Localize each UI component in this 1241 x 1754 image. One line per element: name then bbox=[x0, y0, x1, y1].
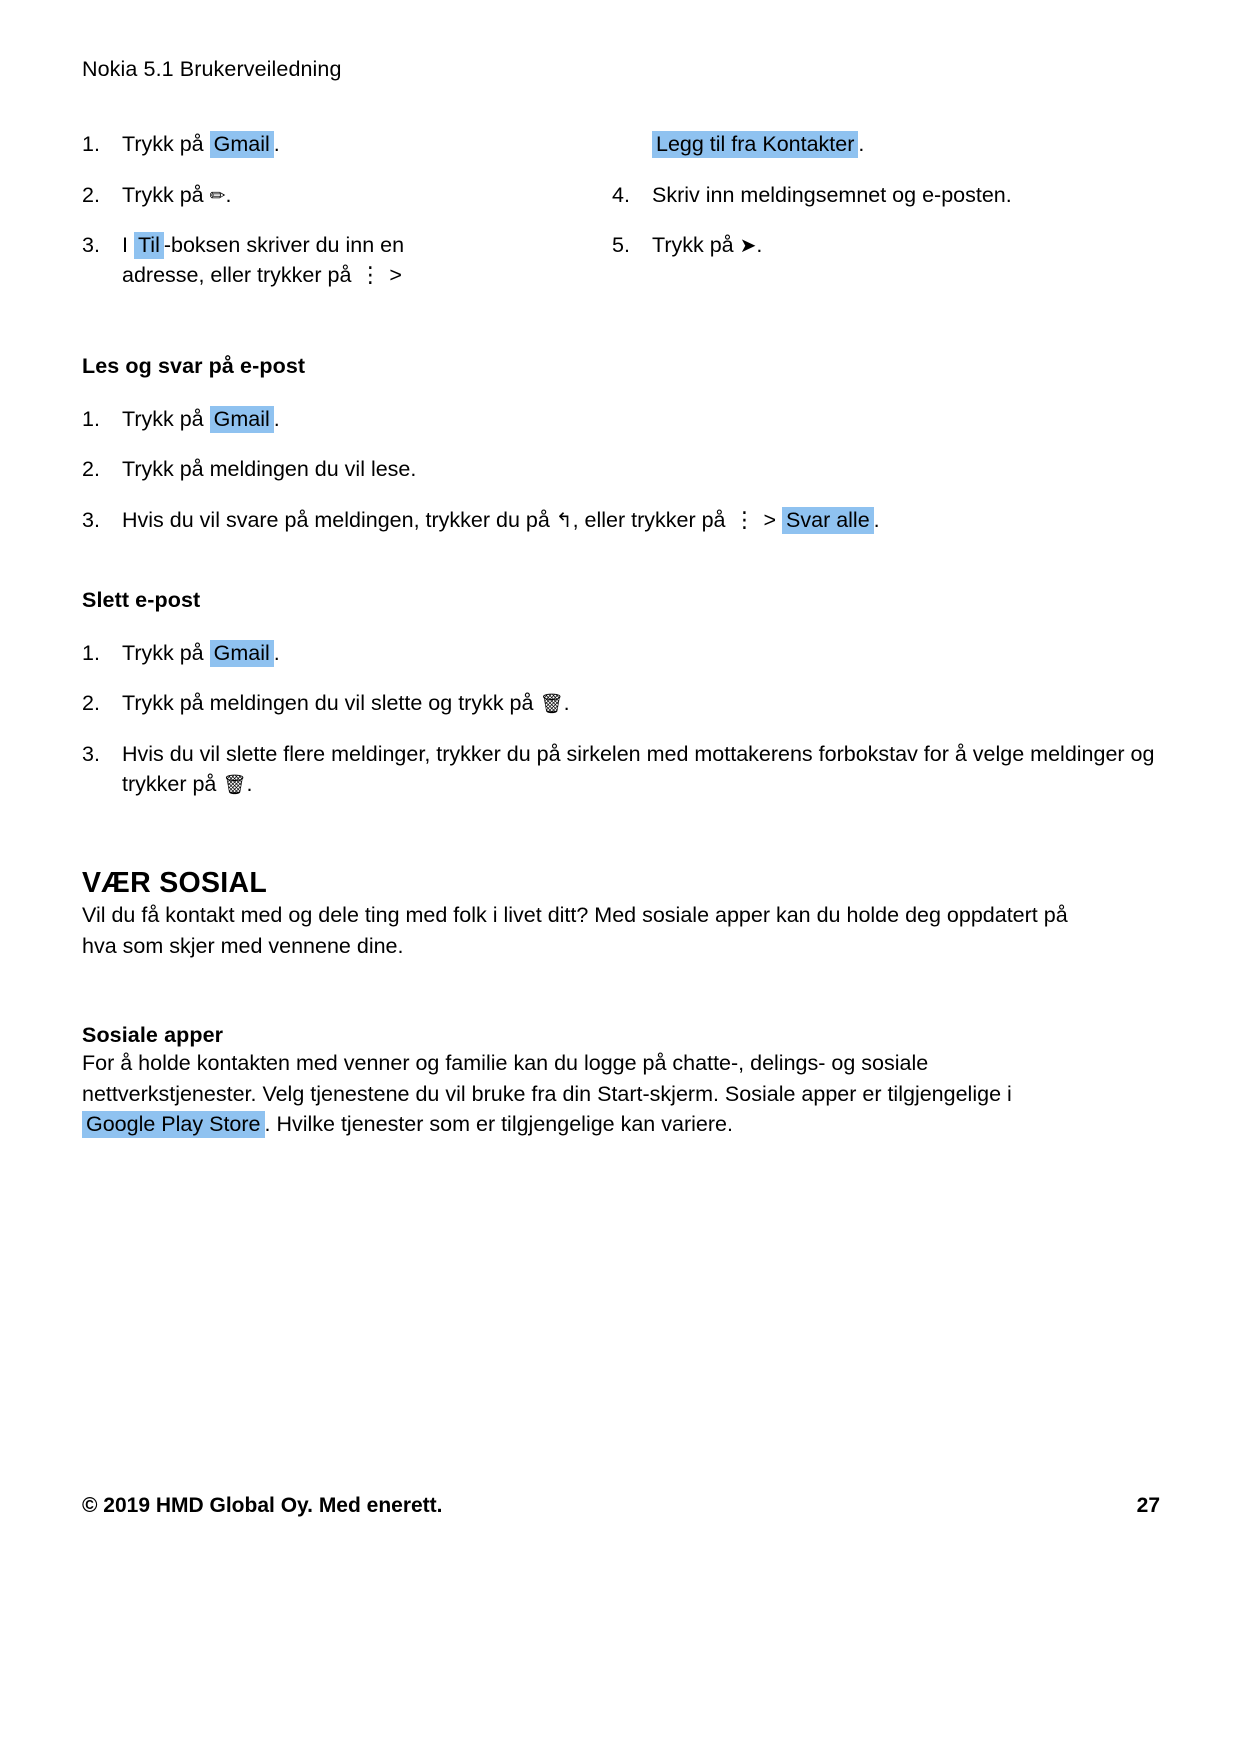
section-be-social: VÆR SOSIAL Vil du få kontakt med og dele… bbox=[82, 867, 1160, 961]
list-item: 3. Hvis du vil svare på meldingen, trykke… bbox=[82, 506, 1160, 536]
list-item-text: Hvis du vil svare på meldingen, trykker … bbox=[122, 507, 550, 532]
compose-steps-columns: 1. Trykk på Gmail. 2. Trykk på ✏. 3. I Til -… bbox=[82, 130, 1160, 312]
list-item-continuation: Legg til fra Kontakter. bbox=[612, 130, 1160, 160]
list-item-number: 3. bbox=[82, 741, 100, 766]
list-item-number: 2. bbox=[82, 182, 100, 207]
list-item-text-end: . bbox=[273, 132, 280, 157]
list-item: 1. Trykk på Gmail. bbox=[82, 405, 1160, 435]
list-item-text: Trykk på bbox=[122, 640, 204, 665]
list-item: 2. Trykk på ✏. bbox=[82, 181, 612, 211]
list-item-number: 1. bbox=[82, 406, 100, 431]
social-apps-paragraph: For å holde kontakten med venner og fami… bbox=[82, 1048, 1092, 1140]
list-item-text-end: . bbox=[563, 691, 570, 716]
section-social-apps: Sosiale apper For å holde kontakten med … bbox=[82, 1023, 1160, 1140]
send-icon: ➤ bbox=[739, 233, 757, 258]
list-item-text-end: . bbox=[273, 640, 280, 665]
list-item-number: 5. bbox=[612, 233, 630, 258]
list-item-text: Trykk på meldingen du vil lese. bbox=[122, 457, 417, 482]
list-item-number: 1. bbox=[82, 132, 100, 157]
list-item-text-end: . bbox=[873, 507, 880, 532]
list-item-text: Skriv inn meldingsemnet og e-posten. bbox=[652, 182, 1012, 207]
compose-steps-right-column: Legg til fra Kontakter. 4. Skriv inn meld… bbox=[612, 130, 1160, 312]
running-header: Nokia 5.1 Brukerveiledning bbox=[82, 57, 342, 81]
trash-icon: 🗑 bbox=[222, 773, 247, 796]
reply-icon: ↰ bbox=[555, 507, 573, 532]
more-vertical-icon: ⋮ bbox=[359, 262, 382, 288]
page-title: VÆR SOSIAL bbox=[82, 867, 268, 900]
list-item-number: 2. bbox=[82, 691, 100, 716]
delete-steps-list: 1. Trykk på Gmail. 2. Trykk på meldingen d… bbox=[82, 639, 1160, 800]
list-item-text-end: . bbox=[246, 771, 253, 796]
more-vertical-icon: ⋮ bbox=[733, 507, 756, 533]
list-item-text-end: . bbox=[225, 182, 232, 207]
list-item: 2. Trykk på meldingen du vil lese. bbox=[82, 455, 1160, 485]
apps-body-pre: For å holde kontakten med venner og fami… bbox=[82, 1051, 1012, 1106]
chevron-right-text: > bbox=[763, 507, 777, 532]
list-item: 2. Trykk på meldingen du vil slette og tr… bbox=[82, 689, 1160, 719]
list-item-number: 3. bbox=[82, 233, 100, 258]
document-page: Nokia 5.1 Brukerveiledning 1. Trykk på Gm… bbox=[0, 0, 1241, 1754]
page-content: Nokia 5.1 Brukerveiledning 1. Trykk på Gm… bbox=[82, 0, 1160, 1140]
list-item-text-mid: , eller trykker på bbox=[572, 507, 726, 532]
list-item: 3. Hvis du vil slette flere meldinger, tr… bbox=[82, 740, 1160, 799]
list-item-text-end: . bbox=[858, 132, 865, 157]
list-item: 1. Trykk på Gmail. bbox=[82, 639, 1160, 669]
list-item-line2-text: adresse, eller trykker på bbox=[122, 262, 352, 287]
list-item-number: 3. bbox=[82, 507, 100, 532]
page-footer: © 2019 HMD Global Oy. Med enerett. 27 bbox=[82, 1494, 1160, 1518]
section-heading: Slett e-post bbox=[82, 587, 201, 612]
list-item: 1. Trykk på Gmail. bbox=[82, 130, 612, 160]
compose-steps-left-list: 1. Trykk på Gmail. 2. Trykk på ✏. 3. I Til -… bbox=[82, 130, 612, 291]
ui-reference-svar-alle[interactable]: Svar alle bbox=[782, 506, 874, 534]
pencil-icon: ✏ bbox=[209, 184, 226, 207]
list-item: 5. Trykk på ➤. bbox=[612, 231, 1160, 261]
list-item-number: 4. bbox=[612, 182, 630, 207]
list-item-text-mid: -boksen skriver du inn en bbox=[163, 233, 405, 258]
ui-reference-gmail[interactable]: Gmail bbox=[209, 639, 274, 667]
ui-reference-til[interactable]: Til bbox=[133, 232, 164, 260]
footer-copyright: © 2019 HMD Global Oy. Med enerett. bbox=[82, 1494, 443, 1517]
list-item-number: 1. bbox=[82, 640, 100, 665]
trash-icon: 🗑 bbox=[539, 693, 564, 716]
list-item-text-end: . bbox=[273, 406, 280, 431]
ui-reference-google-play-store[interactable]: Google Play Store bbox=[82, 1111, 265, 1139]
compose-steps-right-list: Legg til fra Kontakter. 4. Skriv inn meld… bbox=[612, 130, 1160, 261]
ui-reference-legg-til-fra-kontakter[interactable]: Legg til fra Kontakter bbox=[652, 131, 859, 159]
list-item-text: I bbox=[122, 233, 128, 258]
section-delete-email: Slett e-post 1. Trykk på Gmail. 2. Trykk p… bbox=[82, 588, 1160, 800]
list-item-number: 2. bbox=[82, 457, 100, 482]
list-item-text-end: . bbox=[756, 233, 763, 258]
section-heading: Les og svar på e-post bbox=[82, 353, 306, 378]
footer-page-number: 27 bbox=[1136, 1494, 1160, 1517]
ui-reference-gmail[interactable]: Gmail bbox=[209, 405, 274, 433]
list-item: 3. I Til -boksen skriver du inn en adresse… bbox=[82, 231, 612, 290]
list-item-text: Trykk på bbox=[122, 132, 204, 157]
list-item: 4. Skriv inn meldingsemnet og e-posten. bbox=[612, 181, 1160, 211]
apps-body-post: . Hvilke tjenester som er tilgjengelige … bbox=[264, 1112, 733, 1137]
section-heading: Sosiale apper bbox=[82, 1023, 224, 1048]
read-steps-list: 1. Trykk på Gmail. 2. Trykk på meldingen d… bbox=[82, 405, 1160, 536]
list-item-text: Trykk på meldingen du vil slette og tryk… bbox=[122, 691, 534, 716]
list-item-text: Hvis du vil slette flere meldinger, tryk… bbox=[122, 741, 1155, 796]
ui-reference-gmail[interactable]: Gmail bbox=[209, 131, 274, 159]
list-item-text: Trykk på bbox=[122, 182, 204, 207]
list-item-line2-chevron: > bbox=[389, 262, 402, 287]
list-item-text: Trykk på bbox=[652, 233, 734, 258]
list-item-text: Trykk på bbox=[122, 406, 204, 431]
social-intro-paragraph: Vil du få kontakt med og dele ting med f… bbox=[82, 903, 1068, 958]
section-read-and-reply: Les og svar på e-post 1. Trykk på Gmail. … bbox=[82, 354, 1160, 536]
compose-steps-left-column: 1. Trykk på Gmail. 2. Trykk på ✏. 3. I Til -… bbox=[82, 130, 612, 312]
